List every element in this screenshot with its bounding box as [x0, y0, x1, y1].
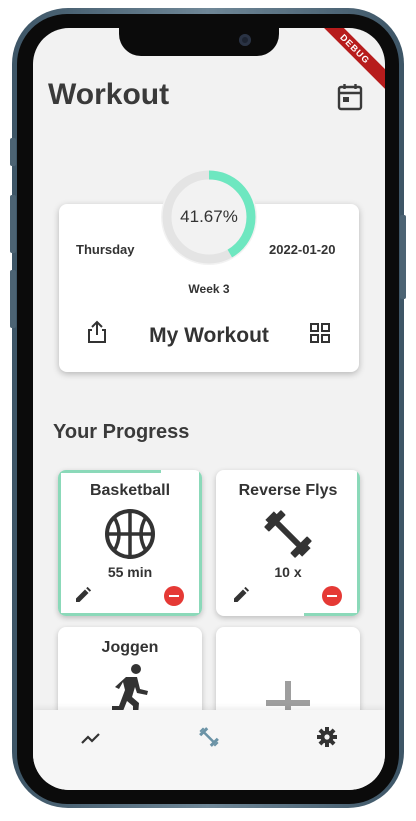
pencil-icon [76, 586, 92, 602]
workout-week: Week 3 [188, 282, 230, 296]
volume-up-button [10, 195, 16, 253]
grid-icon [310, 323, 330, 343]
nav-workout[interactable] [198, 726, 220, 748]
side-button [10, 138, 16, 166]
edit-button[interactable] [74, 586, 92, 604]
workout-name: My Workout [149, 324, 269, 347]
exercise-name: Reverse Flys [238, 482, 338, 499]
section-title: Your Progress [53, 421, 190, 443]
remove-button[interactable] [322, 586, 342, 606]
remove-button[interactable] [164, 586, 184, 606]
grid-view-button[interactable] [309, 322, 331, 344]
fitness-icon [199, 727, 219, 747]
basketball-icon [105, 509, 155, 559]
exercise-name: Basketball [89, 482, 171, 499]
workout-day: Thursday [76, 242, 135, 257]
progress-bar-bottom [304, 613, 360, 616]
bottom-nav [33, 710, 385, 790]
exercise-name: Joggen [101, 639, 159, 656]
workout-date: 2022-01-20 [269, 242, 336, 257]
exercise-tile-reverse-flys[interactable]: Reverse Flys 10 x [216, 470, 360, 616]
edit-button[interactable] [232, 586, 250, 604]
running-icon [112, 664, 148, 715]
page-title: Workout [48, 78, 170, 111]
camera-icon [239, 34, 251, 46]
settings-icon [317, 727, 337, 747]
progress-percent: 41.67% [180, 207, 238, 226]
pencil-icon [234, 586, 250, 602]
power-button [400, 215, 406, 299]
notch [119, 28, 279, 56]
calendar-button[interactable] [337, 83, 363, 111]
progress-ring: 41.67% [161, 169, 257, 265]
volume-down-button [10, 270, 16, 328]
dumbbell-icon [264, 510, 312, 558]
calendar-icon [337, 84, 363, 111]
trending-icon [81, 733, 100, 744]
exercise-tile-basketball[interactable]: Basketball 55 min [58, 470, 202, 616]
app-screen: DEBUG Workout 41.67% Thursday 2022-01-20… [33, 28, 385, 790]
exercise-value: 10 x [274, 564, 302, 580]
progress-bar-top [58, 470, 161, 473]
nav-statistics[interactable] [80, 726, 102, 748]
exercise-value: 55 min [107, 564, 153, 580]
nav-settings[interactable] [316, 726, 338, 748]
progress-bar-bottom [58, 613, 202, 616]
